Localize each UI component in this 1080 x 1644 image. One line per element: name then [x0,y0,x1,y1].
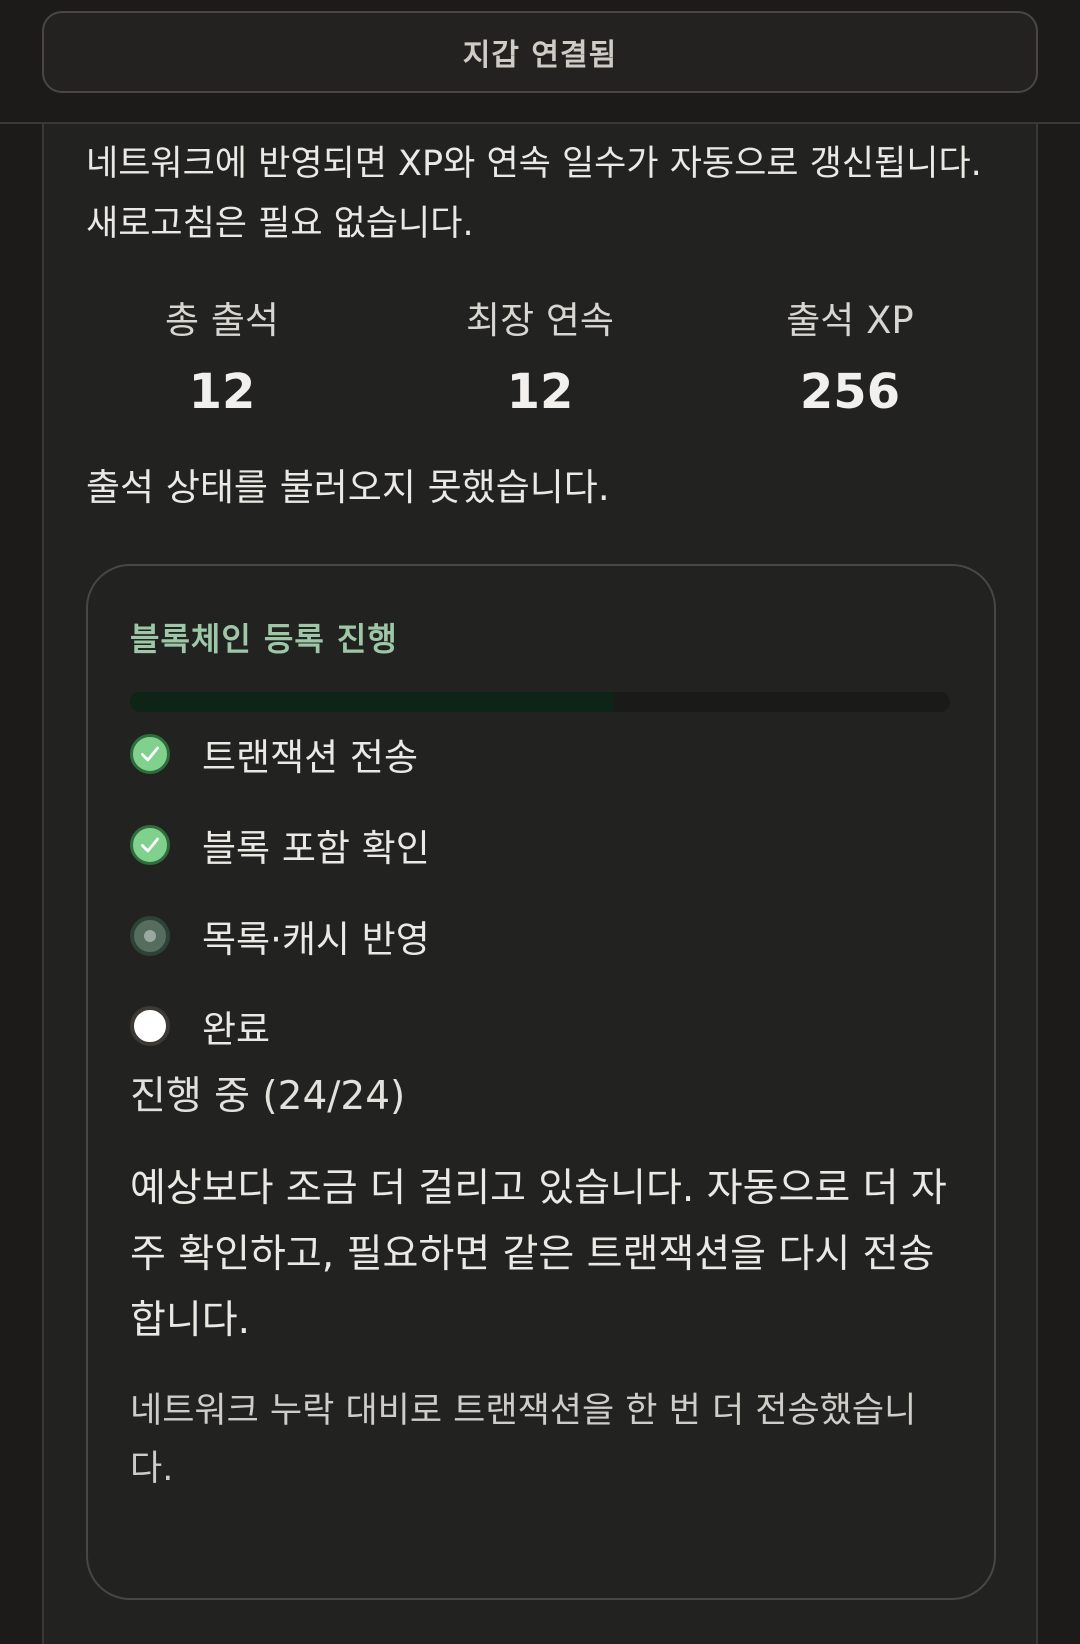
progress-fill [130,692,614,712]
step-label: 블록 포함 확인 [202,827,430,870]
check-circle-icon [130,825,170,865]
stat-attendance-xp: 출석 XP 256 [700,296,1000,422]
step-transaction-sent: 트랜잭션 전송 [130,732,418,779]
step-list-cache: 목록·캐시 반영 [130,914,430,961]
step-label: 완료 [202,1008,271,1051]
registration-progress-card: 블록체인 등록 진행 트랜잭션 전송 블록 포함 확인 목록·캐시 반영 완료 … [86,564,996,1600]
stat-label: 총 출석 [165,299,279,342]
stat-label: 최장 연속 [466,299,614,342]
delay-note: 예상보다 조금 더 걸리고 있습니다. 자동으로 더 자주 확인하고, 필요하면… [130,1166,947,1343]
stat-value: 12 [506,364,574,420]
stat-label: 출석 XP [786,299,914,342]
step-label: 목록·캐시 반영 [202,918,430,961]
stat-total-attendance: 총 출석 12 [72,296,372,422]
wallet-connected-button[interactable]: 지갑 연결됨 [42,11,1038,93]
stat-longest-streak: 최장 연속 12 [390,296,690,422]
step-label: 트랜잭션 전송 [202,736,419,779]
check-circle-icon [130,734,170,774]
top-bar: 지갑 연결됨 [0,0,1080,124]
pending-step-icon [130,1006,170,1046]
stat-value: 12 [188,364,256,420]
step-complete: 완료 [130,1004,270,1051]
step-block-inclusion: 블록 포함 확인 [130,823,430,870]
resend-note: 네트워크 누락 대비로 트랜잭션을 한 번 더 전송했습니다. [130,1391,917,1489]
load-error-message: 출석 상태를 불러오지 못했습니다. [86,466,610,509]
registration-title: 블록체인 등록 진행 [130,620,398,658]
active-step-icon [130,916,170,956]
registration-progress-bar [130,692,950,712]
auto-update-info: 네트워크에 반영되면 XP와 연속 일수가 자동으로 갱신됩니다. 새로고침은 … [86,144,982,244]
stat-value: 256 [799,364,901,420]
progress-status: 진행 중 (24/24) [130,1074,406,1119]
